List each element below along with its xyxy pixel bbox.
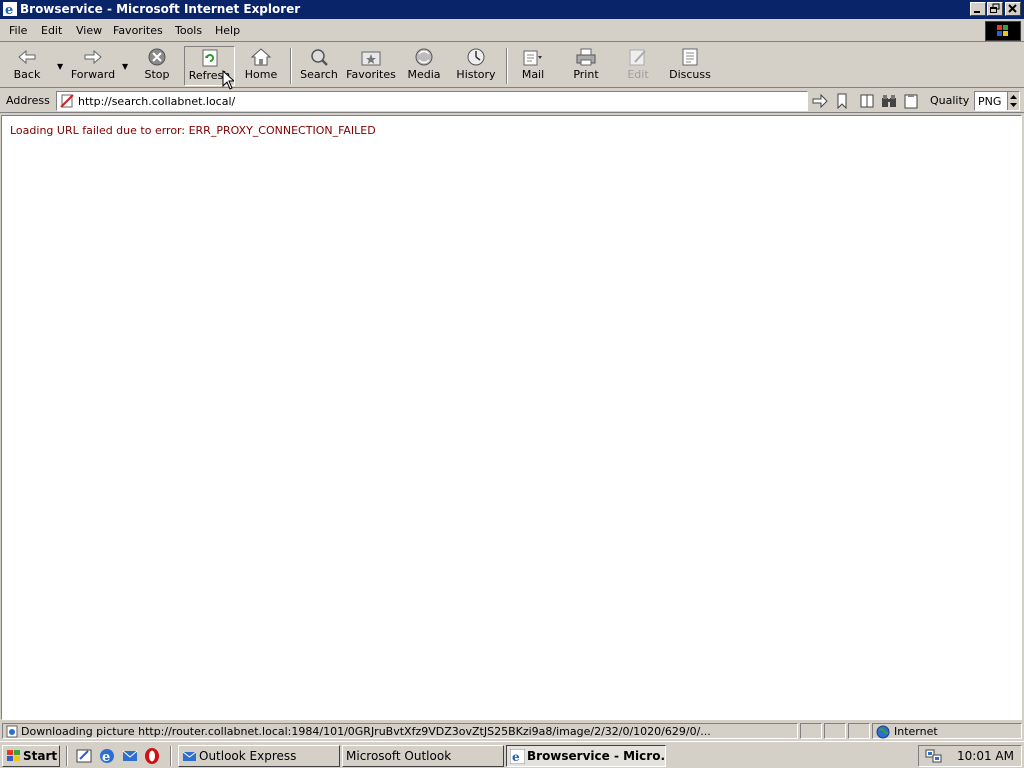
taskbar-separator — [170, 746, 172, 766]
internet-globe-icon — [876, 725, 890, 739]
edit-button[interactable]: Edit — [619, 46, 657, 86]
search-icon — [311, 49, 328, 66]
favorites-button[interactable]: Favorites — [344, 46, 398, 86]
security-zone-panel: Internet — [872, 723, 1022, 739]
discuss-icon — [682, 48, 698, 66]
address-bar: Address http://search.collabnet.local/ Q… — [0, 89, 1024, 113]
svg-text:e: e — [512, 750, 520, 764]
start-label: Start — [23, 749, 58, 763]
edit-icon — [629, 49, 646, 66]
media-button[interactable]: Media — [403, 46, 445, 86]
back-arrow-icon — [18, 49, 36, 65]
mail-icon — [523, 50, 542, 66]
back-dropdown-arrow-icon[interactable]: ▼ — [57, 62, 63, 71]
stop-icon — [148, 48, 166, 66]
status-panel — [848, 723, 870, 739]
forward-arrow-icon — [84, 49, 102, 65]
network-connection-icon[interactable] — [925, 748, 943, 764]
book-icon[interactable] — [859, 93, 875, 109]
menu-edit[interactable]: Edit — [41, 24, 62, 37]
menu-tools[interactable]: Tools — [175, 24, 202, 37]
menu-help[interactable]: Help — [215, 24, 240, 37]
internet-explorer-icon[interactable]: e — [98, 747, 116, 765]
restore-button[interactable] — [987, 2, 1003, 16]
mouse-cursor-icon — [222, 70, 234, 90]
clipboard-icon[interactable] — [903, 93, 919, 109]
media-icon — [415, 48, 433, 66]
find-binoculars-icon[interactable] — [881, 93, 897, 109]
taskbar: Start e Outlook Express Microsoft Outloo… — [0, 741, 1024, 768]
title-bar[interactable]: e Browservice - Microsoft Internet Explo… — [0, 0, 1024, 19]
quality-label: Quality — [930, 94, 970, 107]
search-button[interactable]: Search — [298, 46, 340, 86]
close-icon — [1008, 4, 1017, 13]
mail-button[interactable]: Mail — [512, 46, 554, 86]
taskbar-browservice[interactable]: e Browservice - Micro... — [506, 745, 666, 767]
address-input[interactable]: http://search.collabnet.local/ — [56, 91, 808, 111]
outlook-express-icon — [182, 751, 197, 761]
error-message: Loading URL failed due to error: ERR_PRO… — [10, 124, 376, 137]
address-url: http://search.collabnet.local/ — [78, 95, 236, 108]
quality-spinner[interactable] — [1007, 92, 1019, 110]
menu-favorites[interactable]: Favorites — [113, 24, 163, 37]
history-icon — [467, 48, 485, 66]
status-panel — [800, 723, 822, 739]
standard-toolbar: Back ▼ Forward ▼ Stop Refresh Home Searc… — [0, 44, 1024, 88]
page-content[interactable]: Loading URL failed due to error: ERR_PRO… — [1, 115, 1022, 720]
stop-button[interactable]: Stop — [137, 46, 177, 86]
restore-icon — [990, 3, 1000, 13]
system-tray: 10:01 AM — [918, 745, 1022, 767]
forward-button[interactable]: Forward — [68, 46, 118, 86]
outlook-express-icon[interactable] — [121, 747, 139, 765]
bookmark-icon[interactable] — [834, 93, 850, 109]
page-loading-icon — [6, 725, 18, 738]
quality-select[interactable]: PNG — [974, 91, 1020, 111]
start-button[interactable]: Start — [2, 745, 60, 767]
taskbar-separator — [66, 746, 68, 766]
opera-icon[interactable] — [143, 747, 161, 765]
minimize-icon — [974, 11, 980, 13]
show-desktop-icon[interactable] — [75, 747, 93, 765]
quality-value: PNG — [978, 95, 1002, 108]
status-panel — [824, 723, 846, 739]
discuss-button[interactable]: Discuss — [667, 46, 713, 86]
back-button[interactable]: Back — [4, 46, 50, 86]
windows-logo-icon — [7, 750, 20, 761]
toolbar-separator — [506, 48, 508, 84]
refresh-icon — [202, 49, 217, 67]
taskbar-microsoft-outlook[interactable]: Microsoft Outlook — [342, 745, 504, 767]
ie-logo-icon: e — [510, 749, 525, 764]
minimize-button[interactable] — [970, 2, 986, 16]
status-text: Downloading picture http://router.collab… — [21, 725, 711, 738]
status-text-panel: Downloading picture http://router.collab… — [2, 723, 798, 739]
svg-text:e: e — [5, 3, 13, 16]
home-icon — [250, 48, 272, 66]
security-zone-label: Internet — [894, 725, 938, 738]
ie-logo-icon: e — [3, 2, 17, 16]
address-label: Address — [6, 94, 50, 107]
windows-throbber-icon — [985, 21, 1021, 41]
status-bar: Downloading picture http://router.collab… — [0, 722, 1024, 740]
window-title: Browservice - Microsoft Internet Explore… — [20, 2, 301, 16]
forward-dropdown-arrow-icon[interactable]: ▼ — [122, 62, 128, 71]
taskbar-outlook-express[interactable]: Outlook Express — [178, 745, 340, 767]
favorites-icon — [361, 51, 381, 66]
svg-text:e: e — [102, 750, 110, 765]
go-arrow-icon[interactable] — [812, 93, 828, 109]
menu-file[interactable]: File — [9, 24, 27, 37]
spin-arrows-icon — [1010, 95, 1017, 107]
print-icon — [576, 48, 596, 66]
page-error-icon — [60, 94, 74, 108]
menu-bar: File Edit View Favorites Tools Help — [0, 20, 1024, 42]
menu-view[interactable]: View — [76, 24, 102, 37]
toolbar-separator — [290, 48, 292, 84]
close-button[interactable] — [1005, 2, 1021, 16]
taskbar-clock[interactable]: 10:01 AM — [957, 749, 1014, 763]
home-button[interactable]: Home — [240, 46, 282, 86]
print-button[interactable]: Print — [566, 46, 606, 86]
history-button[interactable]: History — [452, 46, 500, 86]
